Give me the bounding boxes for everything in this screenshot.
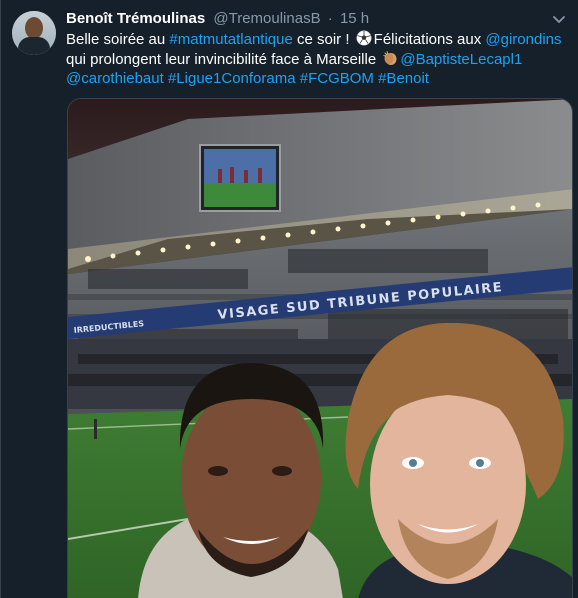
tweet-text: Belle soirée au #matmutatlantique ce soi…	[66, 30, 566, 89]
tweet-card[interactable]: Benoît Trémoulinas @TremoulinasB · 15 h …	[0, 0, 578, 598]
author-avatar[interactable]	[12, 11, 56, 55]
hashtag-benoit[interactable]: #Benoit	[378, 70, 429, 87]
header-separator: ·	[327, 10, 333, 27]
tweet-header: Benoît Trémoulinas @TremoulinasB · 15 h	[66, 10, 369, 28]
mention-girondins[interactable]: @girondins	[485, 31, 561, 48]
text-segment: qui prolongent leur invincibilité face à…	[66, 50, 381, 68]
mention-baptistelecapl1[interactable]: @BaptisteLecapl1	[400, 51, 522, 68]
author-name[interactable]: Benoît Trémoulinas	[66, 10, 205, 27]
mention-carothiebaut[interactable]: @carothiebaut	[66, 70, 164, 87]
chevron-down-icon[interactable]	[550, 10, 568, 28]
soccer-ball-icon	[356, 30, 372, 46]
clapping-hands-icon	[383, 50, 397, 65]
hashtag-ligue1conforama[interactable]: #Ligue1Conforama	[168, 70, 296, 87]
author-handle[interactable]: @TremoulinasB	[213, 10, 320, 27]
hashtag-fcgbom[interactable]: #FCGBOM	[300, 70, 374, 87]
tweet-timestamp[interactable]: 15 h	[340, 10, 369, 27]
hashtag-matmutatlantique[interactable]: #matmutatlantique	[169, 31, 292, 48]
text-segment: Belle soirée au	[66, 31, 170, 48]
tweet-photo[interactable]: IRREDUCTIBLES VISAGE SUD TRIBUNE POPULAI…	[67, 98, 573, 598]
text-segment: Félicitations aux	[373, 31, 486, 48]
text-segment: ce soir !	[292, 31, 354, 48]
stadium-selfie-photo: IRREDUCTIBLES VISAGE SUD TRIBUNE POPULAI…	[68, 99, 572, 598]
